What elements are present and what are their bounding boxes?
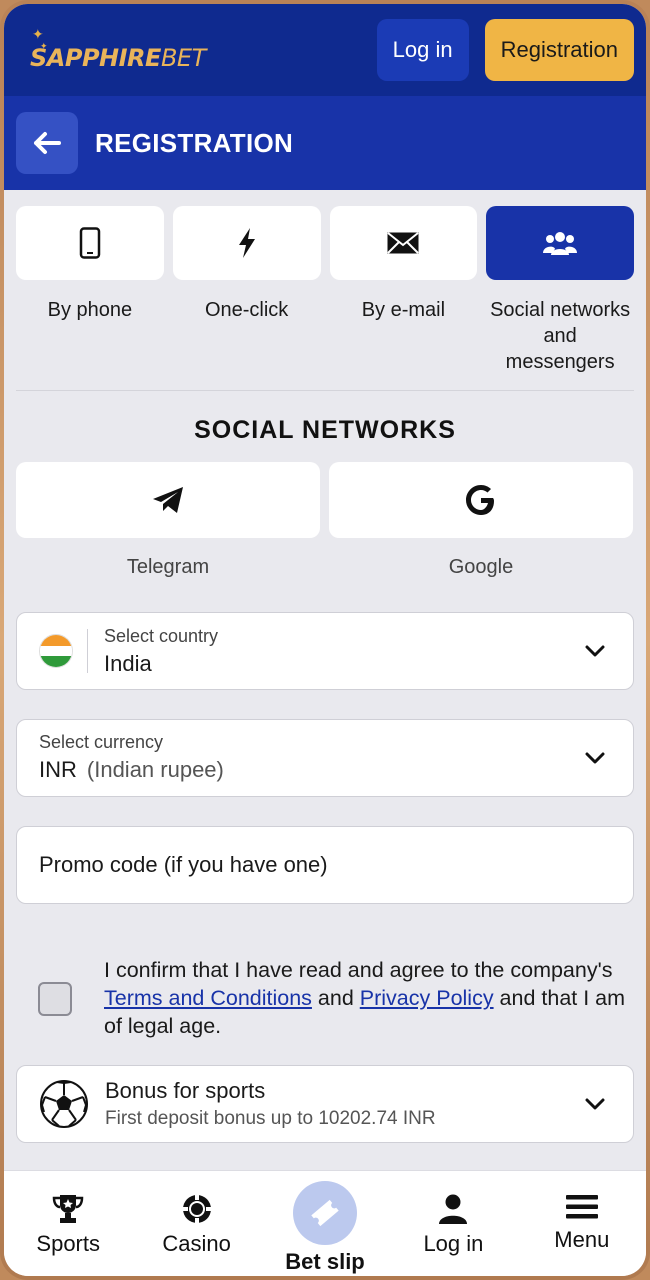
nav-label: Sports — [36, 1231, 100, 1256]
registration-button[interactable]: Registration — [484, 19, 634, 81]
social-google[interactable]: Google — [329, 462, 633, 579]
google-icon — [466, 485, 494, 515]
nav-casino[interactable]: Casino — [132, 1171, 260, 1276]
login-button[interactable]: Log in — [376, 19, 469, 81]
agreement-text-part: and — [311, 986, 360, 1010]
nav-sports[interactable]: Sports — [4, 1171, 132, 1276]
method-label: One-click — [204, 299, 289, 321]
agreement-checkbox[interactable] — [38, 982, 72, 1016]
device-frame: ✦ ✦ SAPPHIREBET Log in Registration REGIS… — [0, 0, 650, 1280]
currency-caption: Select currency — [39, 732, 164, 752]
trophy-icon — [52, 1195, 84, 1223]
nav-label: Log in — [423, 1231, 484, 1256]
method-label: By e-mail — [361, 299, 446, 321]
method-one-click[interactable]: One-click — [172, 206, 321, 375]
promo-code-input[interactable]: Promo code (if you have one) — [16, 826, 634, 904]
user-icon — [439, 1194, 468, 1224]
brand-logo[interactable]: ✦ ✦ SAPPHIREBET — [30, 26, 206, 72]
lightning-icon — [238, 228, 255, 258]
bonus-title: Bonus for sports — [105, 1078, 266, 1103]
agreement-text: I confirm that I have read and agree to … — [104, 956, 628, 1040]
telegram-icon — [153, 487, 183, 513]
bet-slip-badge — [293, 1181, 358, 1245]
nav-menu[interactable]: Menu — [518, 1171, 646, 1276]
nav-login[interactable]: Log in — [389, 1171, 517, 1276]
terms-link[interactable]: Terms and Conditions — [104, 986, 312, 1010]
country-value: India — [104, 650, 152, 676]
chevron-down-icon — [585, 1098, 605, 1110]
soccer-ball-icon — [40, 1080, 88, 1128]
country-caption: Select country — [104, 625, 219, 646]
social-options: Telegram Google — [16, 462, 634, 579]
casino-chip-icon — [182, 1195, 211, 1223]
currency-name: (Indian rupee) — [86, 757, 224, 782]
method-label: Social networks and messengers — [490, 299, 631, 373]
back-button[interactable] — [16, 112, 78, 174]
hamburger-menu-icon — [565, 1195, 598, 1219]
social-label: Telegram — [126, 556, 210, 578]
phone-icon — [79, 227, 101, 259]
method-by-phone[interactable]: By phone — [16, 206, 164, 375]
top-bar: ✦ ✦ SAPPHIREBET Log in Registration — [4, 4, 646, 96]
envelope-icon — [387, 232, 420, 254]
method-social[interactable]: Social networks and messengers — [486, 206, 634, 375]
method-label: By phone — [47, 299, 133, 321]
country-select[interactable]: Select country India — [16, 612, 634, 690]
nav-bet-slip[interactable]: Bet slip — [261, 1171, 389, 1276]
ticket-icon — [311, 1199, 339, 1227]
nav-label: Casino — [162, 1231, 231, 1256]
privacy-link[interactable]: Privacy Policy — [360, 986, 494, 1010]
nav-label: Bet slip — [285, 1249, 365, 1274]
india-flag-icon — [39, 634, 73, 668]
logo-bet: BET — [160, 44, 206, 72]
screen: ✦ ✦ SAPPHIREBET Log in Registration REGIS… — [4, 4, 646, 1276]
method-by-email[interactable]: By e-mail — [329, 206, 478, 375]
arrow-left-icon — [34, 132, 61, 154]
social-telegram[interactable]: Telegram — [16, 462, 320, 579]
separator — [87, 629, 88, 673]
divider — [16, 390, 634, 391]
section-title: SOCIAL NETWORKS — [194, 416, 456, 444]
currency-code: INR — [39, 757, 77, 782]
registration-methods: By phone One-click By e-mail Social netw… — [16, 206, 634, 375]
bonus-subtitle: First deposit bonus up to 10202.74 INR — [105, 1108, 436, 1129]
chevron-down-icon — [585, 645, 605, 657]
social-label: Google — [448, 556, 514, 578]
chevron-down-icon — [585, 752, 605, 764]
bonus-select[interactable]: Bonus for sports First deposit bonus up … — [16, 1065, 634, 1143]
logo-main: SAPPHIRE — [30, 44, 161, 72]
page-header: REGISTRATION — [4, 96, 646, 190]
users-icon — [543, 232, 578, 255]
page-title: REGISTRATION — [95, 127, 294, 158]
sparkle-icon: ✦ ✦ — [32, 26, 48, 51]
agreement: I confirm that I have read and agree to … — [38, 956, 628, 1040]
agreement-text-part: I confirm that I have read and agree to … — [104, 958, 613, 982]
nav-label: Menu — [554, 1227, 610, 1252]
currency-select[interactable]: Select currency INR (Indian rupee) — [16, 719, 634, 797]
bottom-nav: Sports Casino Bet slip Log in Menu — [4, 1170, 646, 1276]
